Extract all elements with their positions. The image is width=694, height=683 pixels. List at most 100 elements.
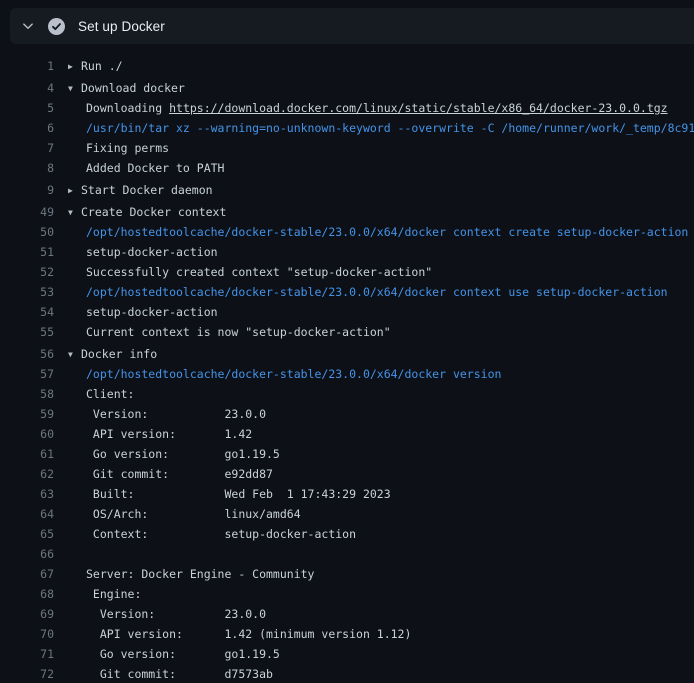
line-number[interactable]: 6 [0,118,54,138]
line-number[interactable]: 9 [0,180,54,200]
log-line-content: OS/Arch: linux/amd64 [86,504,301,524]
log-text: Engine: [86,587,141,601]
log-text: Git commit: d7573ab [86,667,273,681]
line-number[interactable]: 49 [0,202,54,222]
log-text: setup-docker-action [86,245,218,259]
log-line: 53/opt/hostedtoolcache/docker-stable/23.… [0,282,694,302]
line-number[interactable]: 63 [0,484,54,504]
log-line: 69 Version: 23.0.0 [0,604,694,624]
group-title-text: Run ./ [81,59,123,73]
log-line: 50/opt/hostedtoolcache/docker-stable/23.… [0,222,694,242]
triangle-down-icon: ▼ [68,345,81,365]
log-text: setup-docker-action [86,305,218,319]
line-number[interactable]: 50 [0,222,54,242]
command-text: /opt/hostedtoolcache/docker-stable/23.0.… [86,225,694,239]
log-text: API version: 1.42 (minimum version 1.12) [86,627,411,641]
log-line-content: /usr/bin/tar xz --warning=no-unknown-key… [86,118,694,138]
log-line-content: /opt/hostedtoolcache/docker-stable/23.0.… [86,364,501,384]
command-text: /opt/hostedtoolcache/docker-stable/23.0.… [86,367,501,381]
line-number[interactable]: 58 [0,384,54,404]
log-line-content: Built: Wed Feb 1 17:43:29 2023 [86,484,391,504]
group-header-row[interactable]: 1 ▶Run ./ [0,56,694,76]
line-number[interactable]: 51 [0,242,54,262]
log-line-content: Git commit: d7573ab [86,664,273,683]
log-group: 49▼Create Docker context50/opt/hostedtoo… [0,202,694,342]
line-number[interactable]: 70 [0,624,54,644]
download-url-link[interactable]: https://download.docker.com/linux/static… [169,101,668,115]
line-number[interactable]: 68 [0,584,54,604]
step-header[interactable]: Set up Docker [10,8,694,44]
log-console: 1▶Run ./4▼Download docker5Downloading ht… [0,44,694,683]
group-title[interactable]: ▼Download docker [68,78,185,98]
log-text: Current context is now "setup-docker-act… [86,325,391,339]
line-number[interactable]: 64 [0,504,54,524]
group-title[interactable]: ▶Start Docker daemon [68,180,213,200]
log-line-content: setup-docker-action [86,242,218,262]
command-text: /usr/bin/tar xz --warning=no-unknown-key… [86,121,694,135]
line-number[interactable]: 59 [0,404,54,424]
log-line: 72 Git commit: d7573ab [0,664,694,683]
log-line: 70 API version: 1.42 (minimum version 1.… [0,624,694,644]
log-line: 7 Fixing perms [0,138,694,158]
line-number[interactable]: 52 [0,262,54,282]
log-line: 52 Successfully created context "setup-do… [0,262,694,282]
log-line-content: Client: [86,384,134,404]
log-line-content: Engine: [86,584,141,604]
line-number[interactable]: 55 [0,322,54,342]
line-number[interactable]: 53 [0,282,54,302]
log-line: 64 OS/Arch: linux/amd64 [0,504,694,524]
log-line-content: Version: 23.0.0 [86,404,266,424]
line-number[interactable]: 61 [0,444,54,464]
log-line-content: Context: setup-docker-action [86,524,356,544]
line-number[interactable]: 4 [0,78,54,98]
log-line-content: API version: 1.42 [86,424,252,444]
line-number[interactable]: 56 [0,344,54,364]
log-line: 68 Engine: [0,584,694,604]
line-number[interactable]: 71 [0,644,54,664]
step-title: Set up Docker [78,19,165,34]
log-line-content: Fixing perms [86,138,169,158]
log-line-content: /opt/hostedtoolcache/docker-stable/23.0.… [86,282,668,302]
log-line-content: Current context is now "setup-docker-act… [86,322,391,342]
line-number[interactable]: 54 [0,302,54,322]
line-number[interactable]: 1 [0,56,54,76]
log-text: Go version: go1.19.5 [86,447,280,461]
line-number[interactable]: 62 [0,464,54,484]
triangle-right-icon: ▶ [68,181,81,201]
group-title[interactable]: ▶Run ./ [68,56,123,76]
log-line: 57/opt/hostedtoolcache/docker-stable/23.… [0,364,694,384]
line-number[interactable]: 57 [0,364,54,384]
line-number[interactable]: 67 [0,564,54,584]
log-text: Go version: go1.19.5 [86,647,280,661]
group-title[interactable]: ▼Docker info [68,344,157,364]
line-number[interactable]: 65 [0,524,54,544]
log-line-content: Successfully created context "setup-dock… [86,262,432,282]
log-text: Version: 23.0.0 [86,407,266,421]
log-line-content: Git commit: e92dd87 [86,464,273,484]
line-number[interactable]: 69 [0,604,54,624]
log-line-content: Go version: go1.19.5 [86,444,280,464]
line-number[interactable]: 7 [0,138,54,158]
chevron-down-icon[interactable] [20,19,36,33]
line-number[interactable]: 60 [0,424,54,444]
log-line-content: Added Docker to PATH [86,158,224,178]
log-line-content: setup-docker-action [86,302,218,322]
log-text: Successfully created context "setup-dock… [86,265,432,279]
line-number[interactable]: 5 [0,98,54,118]
line-number[interactable]: 8 [0,158,54,178]
group-header-row[interactable]: 56 ▼Docker info [0,344,694,364]
triangle-down-icon: ▼ [68,203,81,223]
group-header-row[interactable]: 4 ▼Download docker [0,78,694,98]
log-text: Client: [86,387,134,401]
line-number[interactable]: 66 [0,544,54,564]
log-text: API version: 1.42 [86,427,252,441]
log-line: 71 Go version: go1.19.5 [0,644,694,664]
log-group: 1 ▶Run ./ [0,56,694,76]
line-number[interactable]: 72 [0,664,54,683]
group-title[interactable]: ▼Create Docker context [68,202,226,222]
log-group: 56▼Docker info57/opt/hostedtoolcache/doc… [0,344,694,683]
group-header-row[interactable]: 49 ▼Create Docker context [0,202,694,222]
log-line-content: Downloading https://download.docker.com/… [86,98,668,118]
log-line: 6/usr/bin/tar xz --warning=no-unknown-ke… [0,118,694,138]
group-header-row[interactable]: 9 ▶Start Docker daemon [0,180,694,200]
